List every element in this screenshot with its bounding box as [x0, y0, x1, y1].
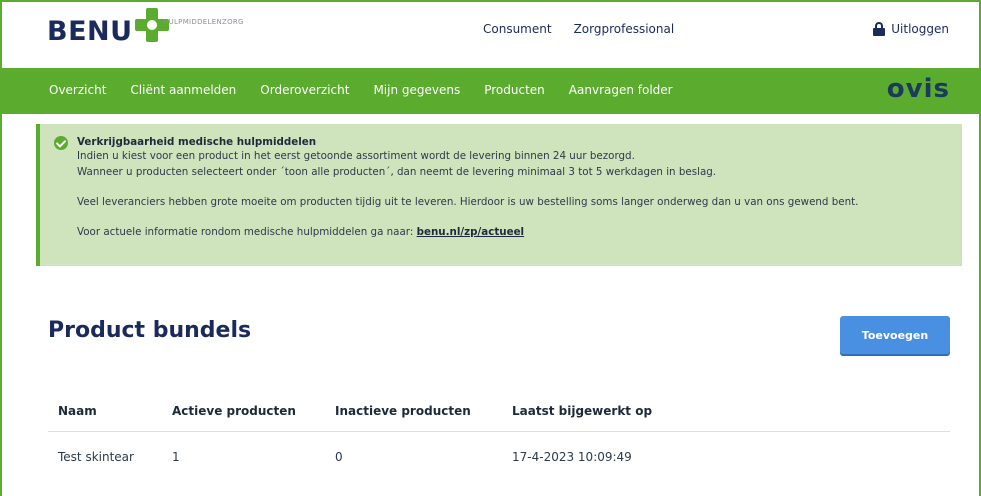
lock-icon	[873, 22, 886, 36]
add-button[interactable]: Toevoegen	[840, 316, 950, 354]
cell-bijgewerkt: 17-4-2023 10:09:49	[512, 450, 632, 464]
column-header-actieve[interactable]: Actieve producten	[172, 404, 296, 418]
column-header-inactieve[interactable]: Inactieve producten	[335, 404, 471, 418]
notice-line-3: Veel leveranciers hebben grote moeite om…	[77, 196, 859, 208]
top-nav: Consument Zorgprofessional	[483, 22, 674, 36]
column-header-bijgewerkt[interactable]: Laatst bijgewerkt op	[512, 404, 652, 418]
column-header-naam[interactable]: Naam	[58, 404, 97, 418]
top-bar: BENU HULPMIDDELENZORG Consument Zorgprof…	[0, 0, 981, 68]
bundles-table: Naam Actieve producten Inactieve product…	[48, 392, 950, 484]
notice-line-2: Wanneer u producten selecteert onder ´to…	[77, 166, 717, 178]
logo-subtitle: HULPMIDDELENZORG	[163, 18, 244, 26]
check-circle-icon	[54, 136, 68, 150]
nav-item-mijn-gegevens[interactable]: Mijn gegevens	[373, 83, 460, 97]
nav-item-overzicht[interactable]: Overzicht	[49, 83, 106, 97]
main-nav: Overzicht Cliënt aanmelden Orderoverzich…	[2, 68, 979, 114]
ovis-logo: ovis	[886, 74, 950, 104]
logo-text: BENU	[47, 15, 133, 47]
nav-item-orderoverzicht[interactable]: Orderoverzicht	[260, 83, 349, 97]
nav-item-client-aanmelden[interactable]: Cliënt aanmelden	[130, 83, 236, 97]
cell-inactieve: 0	[335, 450, 343, 464]
table-row[interactable]: Test skintear 1 0 17-4-2023 10:09:49	[48, 432, 950, 484]
top-nav-consument[interactable]: Consument	[483, 22, 552, 36]
benu-logo[interactable]: BENU	[47, 8, 169, 48]
availability-notice: Verkrijgbaarheid medische hulpmiddelen I…	[36, 124, 962, 266]
notice-line-4-text: Voor actuele informatie rondom medische …	[77, 226, 417, 238]
cell-actieve: 1	[172, 450, 180, 464]
page-title: Product bundels	[48, 318, 252, 343]
logout-button[interactable]: Uitloggen	[873, 22, 949, 36]
nav-item-producten[interactable]: Producten	[484, 83, 545, 97]
logout-label: Uitloggen	[891, 22, 949, 36]
top-nav-zorgprofessional[interactable]: Zorgprofessional	[574, 22, 675, 36]
notice-line-1: Indien u kiest voor een product in het e…	[77, 150, 635, 162]
notice-title: Verkrijgbaarheid medische hulpmiddelen	[77, 136, 317, 148]
nav-item-aanvragen-folder[interactable]: Aanvragen folder	[569, 83, 673, 97]
cell-naam: Test skintear	[58, 450, 134, 464]
notice-line-4: Voor actuele informatie rondom medische …	[77, 226, 524, 238]
notice-link[interactable]: benu.nl/zp/actueel	[417, 226, 524, 238]
table-header: Naam Actieve producten Inactieve product…	[48, 392, 950, 432]
